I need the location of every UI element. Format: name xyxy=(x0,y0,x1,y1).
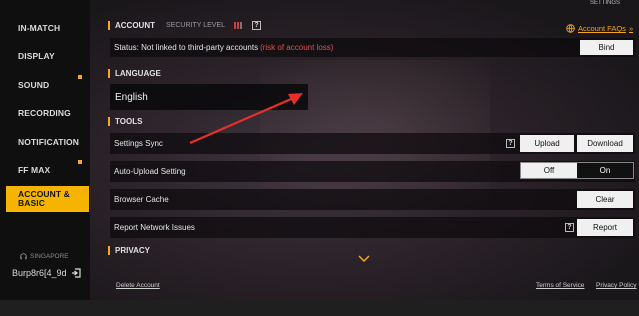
tools-section-title: TOOLS xyxy=(108,117,142,126)
sidebar-item-label: DISPLAY xyxy=(18,51,55,61)
notification-dot xyxy=(83,189,87,193)
security-level-label: SECURITY LEVEL xyxy=(166,22,226,29)
privacy-section-title: PRIVACY xyxy=(108,246,150,255)
bottom-bar xyxy=(0,300,639,316)
account-faqs-label: Account FAQs xyxy=(578,24,626,33)
browser-cache-label: Browser Cache xyxy=(114,195,169,204)
language-selected: English xyxy=(115,91,148,103)
delete-account-link[interactable]: Delete Account xyxy=(116,282,160,289)
user-info: Burp8r6[4_9d xyxy=(12,268,81,278)
report-network-label: Report Network Issues xyxy=(114,223,195,232)
help-icon[interactable]: ? xyxy=(565,223,574,232)
auto-upload-toggle[interactable]: Off On xyxy=(520,162,634,179)
privacy-title: PRIVACY xyxy=(115,246,150,255)
sidebar-item-sound[interactable]: SOUND xyxy=(0,72,88,98)
section-marker xyxy=(108,117,110,126)
security-level-indicator xyxy=(234,22,243,29)
notification-dot xyxy=(78,75,82,79)
download-button[interactable]: Download xyxy=(577,135,633,152)
account-status-text: Status: Not linked to third-party accoun… xyxy=(114,43,259,52)
report-network-row: Report Network Issues xyxy=(110,217,635,238)
sidebar-item-display[interactable]: DISPLAY xyxy=(0,43,88,69)
report-button[interactable]: Report xyxy=(577,219,633,236)
privacy-policy-link[interactable]: Privacy Policy xyxy=(596,282,636,289)
terms-of-service-link[interactable]: Terms of Service xyxy=(536,282,584,289)
region-label: SINGAPORE xyxy=(30,253,69,260)
sidebar-item-account-basic[interactable]: ACCOUNT & BASIC xyxy=(6,186,89,212)
tools-title: TOOLS xyxy=(115,117,143,126)
account-section-title: ACCOUNT SECURITY LEVEL ? xyxy=(108,21,262,30)
browser-cache-row: Browser Cache xyxy=(110,189,635,210)
toggle-on-option[interactable]: On xyxy=(577,163,633,178)
notification-dot xyxy=(78,160,82,164)
section-marker xyxy=(108,21,110,30)
toggle-off-option[interactable]: Off xyxy=(521,163,577,178)
help-icon[interactable]: ? xyxy=(252,21,262,30)
sidebar-item-recording[interactable]: RECORDING xyxy=(0,100,88,126)
account-status-warning: (risk of account loss) xyxy=(260,43,334,52)
section-marker xyxy=(108,69,110,78)
username: Burp8r6[4_9d xyxy=(12,268,67,278)
sidebar-item-label: RECORDING xyxy=(18,108,71,118)
sidebar-item-label: NOTIFICATION xyxy=(18,137,80,147)
section-marker xyxy=(108,246,110,255)
account-status-row: Status: Not linked to third-party accoun… xyxy=(110,38,635,57)
settings-sync-label: Settings Sync xyxy=(114,139,163,148)
auto-upload-label: Auto-Upload Setting xyxy=(114,167,186,176)
sidebar-item-notification[interactable]: NOTIFICATION xyxy=(0,129,88,155)
upload-button[interactable]: Upload xyxy=(520,135,574,152)
sidebar-item-label: SOUND xyxy=(18,80,50,90)
logout-icon[interactable] xyxy=(71,268,81,278)
account-faqs-link[interactable]: Account FAQs » xyxy=(566,24,633,33)
account-title: ACCOUNT xyxy=(115,21,155,30)
bind-button[interactable]: Bind xyxy=(580,40,633,55)
sidebar-item-in-match[interactable]: IN-MATCH xyxy=(0,15,88,41)
dropdown-caret-icon xyxy=(292,94,300,99)
headset-icon xyxy=(20,253,27,260)
help-icon[interactable]: ? xyxy=(506,139,515,148)
sidebar-item-label: IN-MATCH xyxy=(18,23,61,33)
sidebar-item-label: FF MAX xyxy=(18,165,51,175)
sidebar-item-ff-max[interactable]: FF MAX xyxy=(0,157,88,183)
settings-header-label: SETTINGS xyxy=(590,0,621,6)
sidebar-item-label: ACCOUNT & BASIC xyxy=(18,189,70,208)
server-region: SINGAPORE xyxy=(20,253,69,260)
clear-cache-button[interactable]: Clear xyxy=(577,191,633,208)
globe-icon xyxy=(566,24,575,33)
double-chevron-icon: » xyxy=(628,24,634,33)
language-dropdown[interactable]: English xyxy=(110,84,308,110)
language-section-title: LANGUAGE xyxy=(108,69,161,78)
language-title: LANGUAGE xyxy=(115,69,161,78)
scroll-down-chevron-icon[interactable] xyxy=(358,255,370,263)
sidebar: IN-MATCH DISPLAY SOUND RECORDING NOTIFIC… xyxy=(0,0,90,316)
